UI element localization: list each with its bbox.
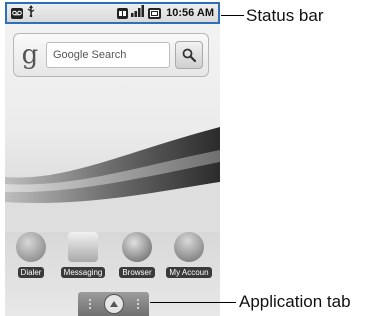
my-account-shortcut[interactable]: My Accoun	[163, 232, 215, 280]
application-tab-callout-line	[150, 302, 236, 303]
wallpaper-swoosh	[5, 127, 220, 232]
account-icon	[174, 232, 204, 262]
app-dock: Dialer Messaging Browser My Accoun	[5, 232, 220, 280]
voicemail-icon	[11, 7, 23, 19]
browser-shortcut[interactable]: Browser	[111, 232, 163, 280]
search-input[interactable]: Google Search	[46, 42, 170, 68]
phone-icon	[16, 232, 46, 262]
3g-icon	[117, 7, 129, 19]
search-button[interactable]	[175, 41, 203, 69]
phone-screen: 10:56 AM g Google Search Dialer Messagin…	[5, 2, 220, 316]
messaging-icon	[68, 232, 98, 262]
dialer-shortcut[interactable]: Dialer	[5, 232, 57, 280]
google-logo-icon: g	[21, 40, 39, 70]
search-icon	[182, 48, 196, 62]
usb-icon	[26, 4, 36, 22]
status-bar-callout-line	[221, 15, 244, 16]
status-bar-callout: Status bar	[246, 6, 324, 25]
status-bar[interactable]: 10:56 AM	[5, 2, 220, 24]
battery-icon	[148, 7, 162, 19]
grip-left-icon	[87, 298, 92, 310]
signal-icon	[131, 4, 145, 22]
messaging-shortcut[interactable]: Messaging	[57, 232, 109, 280]
application-tab[interactable]	[78, 292, 149, 316]
status-clock: 10:56 AM	[166, 7, 214, 19]
google-search-widget[interactable]: g Google Search	[13, 33, 209, 77]
grip-right-icon	[135, 298, 140, 310]
globe-icon	[122, 232, 152, 262]
application-tab-callout: Application tab	[239, 292, 351, 311]
chevron-up-icon	[103, 294, 124, 314]
